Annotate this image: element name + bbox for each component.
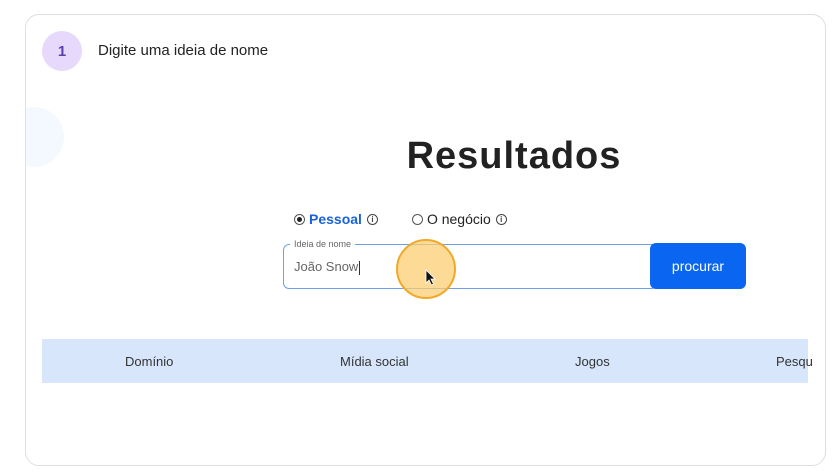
step-number: 1: [57, 42, 67, 60]
tab-dominio[interactable]: Domínio: [125, 354, 173, 369]
radio-option-pessoal[interactable]: Pessoal i: [294, 211, 378, 227]
radio-option-negocio[interactable]: O negócio i: [411, 211, 507, 227]
radio-unchecked-icon[interactable]: [411, 213, 423, 225]
info-icon[interactable]: i: [495, 213, 507, 225]
radio-label-pessoal: Pessoal: [309, 211, 362, 227]
step-number-badge: 1: [42, 31, 82, 71]
radio-checked-icon[interactable]: [294, 213, 305, 225]
field-legend: Ideia de nome: [290, 239, 356, 249]
info-icon[interactable]: i: [366, 213, 378, 225]
step-instruction: Digite uma ideia de nome: [98, 42, 269, 59]
name-idea-input[interactable]: João Snow: [294, 259, 634, 275]
category-tabs: Domínio Mídia social Jogos Pesqu: [42, 339, 813, 383]
type-radio-group: Pessoal i O negócio i: [294, 211, 541, 227]
name-idea-value: João Snow: [294, 259, 359, 274]
tab-pesquisa[interactable]: Pesqu: [776, 354, 813, 369]
text-caret: [359, 260, 361, 275]
tab-jogos[interactable]: Jogos: [575, 354, 610, 369]
mouse-cursor-icon: [425, 269, 436, 286]
onboarding-card: 1 Digite uma ideia de nome Resultados Pe…: [25, 14, 826, 466]
tab-midia-social[interactable]: Mídia social: [340, 354, 409, 369]
page-title: Resultados: [406, 135, 622, 177]
search-button[interactable]: procurar: [650, 243, 746, 289]
name-idea-field[interactable]: Ideia de nome João Snow: [283, 239, 653, 289]
radio-label-negocio: O negócio: [426, 211, 491, 227]
